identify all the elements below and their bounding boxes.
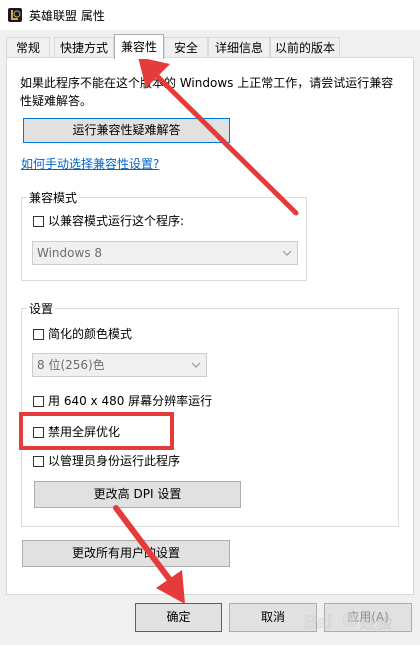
chevron-down-icon xyxy=(282,250,292,256)
troubleshoot-button[interactable]: 运行兼容性疑难解答 xyxy=(23,118,230,143)
checkbox-icon[interactable] xyxy=(33,456,44,467)
os-version-select[interactable]: Windows 8 xyxy=(32,241,298,265)
chevron-down-icon xyxy=(191,362,201,368)
reduced-color-checkbox[interactable]: 简化的颜色模式 xyxy=(33,326,132,342)
tab-shortcut[interactable]: 快捷方式 xyxy=(54,37,114,57)
window-title: 英雄联盟 属性 xyxy=(29,9,105,23)
compat-mode-label: 兼容模式 xyxy=(27,189,80,206)
tab-details[interactable]: 详细信息 xyxy=(208,37,270,57)
league-of-legends-icon xyxy=(8,8,22,22)
svg-text:经验: 经验 xyxy=(360,613,392,632)
highlight-box xyxy=(19,412,174,450)
tab-previous-versions[interactable]: 以前的版本 xyxy=(270,37,340,57)
run-as-admin-checkbox[interactable]: 以管理员身份运行此程序 xyxy=(33,453,180,469)
ok-button[interactable]: 确定 xyxy=(135,603,222,632)
tab-compatibility[interactable]: 兼容性 xyxy=(114,34,164,59)
all-users-settings-button[interactable]: 更改所有用户的设置 xyxy=(22,540,230,567)
tab-security[interactable]: 安全 xyxy=(164,37,208,57)
settings-label: 设置 xyxy=(27,300,56,317)
checkbox-icon[interactable] xyxy=(33,329,44,340)
run-640x480-checkbox[interactable]: 用 640 x 480 屏幕分辨率运行 xyxy=(33,393,212,409)
compat-mode-group xyxy=(21,197,307,281)
compat-mode-checkbox[interactable]: 以兼容模式运行这个程序: xyxy=(33,213,184,229)
tab-general[interactable]: 常规 xyxy=(6,37,50,57)
intro-text: 如果此程序不能在这个版本的 Windows 上正常工作，请尝试运行兼容性疑难解答… xyxy=(20,76,394,108)
baidu-watermark: Bai 经验 xyxy=(304,612,393,633)
checkbox-icon[interactable] xyxy=(33,396,44,407)
title-bar: 英雄联盟 属性 xyxy=(0,0,420,30)
color-depth-select[interactable]: 8 位(256)色 xyxy=(32,353,207,377)
checkbox-icon[interactable] xyxy=(33,216,44,227)
manual-settings-link[interactable]: 如何手动选择兼容性设置? xyxy=(21,155,159,172)
svg-text:Bai: Bai xyxy=(304,612,332,632)
tab-strip: 常规 快捷方式 兼容性 安全 详细信息 以前的版本 xyxy=(0,34,420,59)
change-dpi-button[interactable]: 更改高 DPI 设置 xyxy=(34,481,241,508)
